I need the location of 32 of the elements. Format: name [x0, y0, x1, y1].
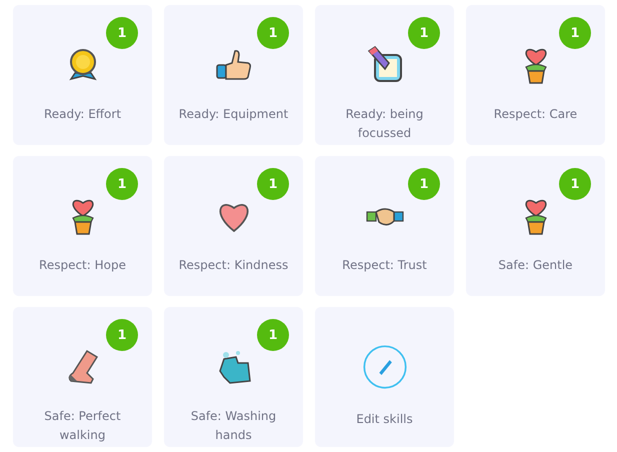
- count-badge: 1: [257, 319, 289, 351]
- edit-icon: [362, 344, 408, 390]
- skill-card[interactable]: 1 Respect: Care: [466, 5, 605, 145]
- skill-card[interactable]: 1 Safe: Washing hands: [164, 307, 303, 447]
- count-badge: 1: [408, 17, 440, 49]
- skill-label: Respect: Trust: [341, 257, 428, 274]
- count-badge: 1: [559, 17, 591, 49]
- skill-card[interactable]: 1 Respect: Trust: [315, 156, 454, 296]
- count-badge: 1: [559, 168, 591, 200]
- count-badge: 1: [257, 17, 289, 49]
- skill-card[interactable]: 1 Respect: Kindness: [164, 156, 303, 296]
- skill-label: Safe: Perfect walking: [43, 408, 122, 444]
- skill-label: Ready: Effort: [42, 106, 122, 123]
- skill-label: Respect: Kindness: [178, 257, 290, 274]
- count-badge: 1: [106, 319, 138, 351]
- edit-skills-button[interactable]: Edit skills: [315, 307, 454, 447]
- skill-card[interactable]: 1 Safe: Perfect walking: [13, 307, 152, 447]
- skill-card[interactable]: 1 Respect: Hope: [13, 156, 152, 296]
- count-badge: 1: [106, 168, 138, 200]
- count-badge: 1: [257, 168, 289, 200]
- skill-label: Ready: Equipment: [178, 106, 290, 123]
- skill-label: Respect: Hope: [38, 257, 127, 274]
- skill-card[interactable]: 1 Ready: Effort: [13, 5, 152, 145]
- skill-label: Safe: Washing hands: [190, 408, 278, 444]
- count-badge: 1: [408, 168, 440, 200]
- skill-label: Respect: Care: [492, 106, 578, 123]
- count-badge: 1: [106, 17, 138, 49]
- skill-label: Safe: Gentle: [497, 257, 574, 274]
- skill-card[interactable]: 1 Ready: Equipment: [164, 5, 303, 145]
- skill-label: Ready: being focussed: [344, 106, 424, 142]
- skill-card[interactable]: 1 Safe: Gentle: [466, 156, 605, 296]
- skill-card[interactable]: 1 Ready: being focussed: [315, 5, 454, 145]
